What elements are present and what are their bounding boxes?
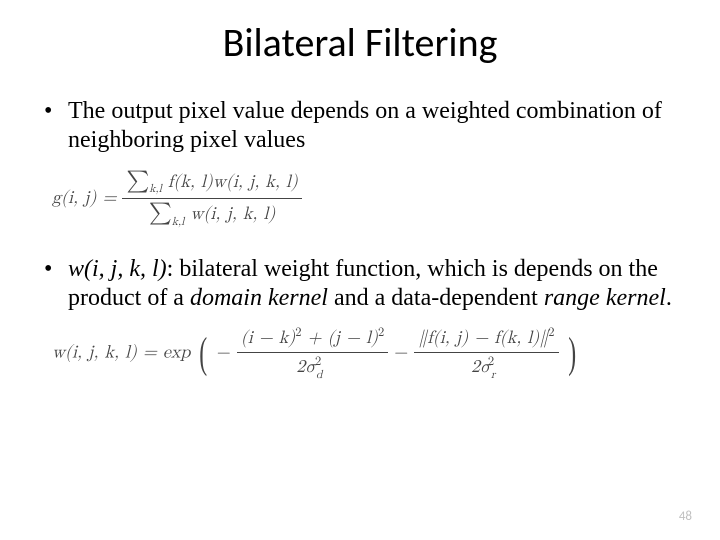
f1-num-sub: k,l	[149, 184, 162, 195]
f2-mid: −	[394, 344, 414, 362]
f2-b-den: 2σr2	[414, 353, 558, 382]
formula-output: g(i, j) = ∑k,l f(k, l)w(i, j, k, l) ∑k,l…	[12, 169, 680, 229]
bullet-2-em1: domain kernel	[190, 285, 328, 311]
f2-b-den-sub: r	[491, 370, 496, 381]
f2-b-num: ∥f(i, j) − f(k, l)∥2	[414, 326, 558, 353]
f2-a-den: 2σd 2	[237, 353, 389, 382]
slide: Bilateral Filtering The output pixel val…	[0, 0, 720, 540]
slide-body: The output pixel value depends on a weig…	[0, 97, 720, 382]
f1-den-sub: k,l	[172, 217, 185, 228]
bullet-1-text: The output pixel value depends on a weig…	[68, 98, 662, 153]
bullet-2-em2: range kernel	[544, 285, 666, 311]
f2-a-den-sup: 2	[315, 356, 321, 368]
f2-frac-b: ∥f(i, j) − f(k, l)∥2 2σr2	[414, 326, 558, 381]
bullet-list: The output pixel value depends on a weig…	[40, 97, 680, 382]
f1-fraction: ∑k,l f(k, l)w(i, j, k, l) ∑k,l w(i, j, k…	[122, 169, 301, 229]
bullet-2-prefix: w(i, j, k, l)	[68, 256, 167, 282]
f1-num-rest: f(k, l)w(i, j, k, l)	[162, 173, 298, 191]
f2-a-num-1: (i − k)	[241, 329, 295, 347]
f2-b-num-pre: ∥f(i, j) − f(k, l)∥	[418, 329, 548, 347]
f2-a-den-pre: 2σ	[296, 358, 316, 376]
page-number: 48	[679, 509, 692, 524]
f2-minus1: −	[217, 344, 231, 362]
bullet-2-suffix: .	[666, 285, 672, 311]
f2-lhs: w(i, j, k, l) = exp	[52, 344, 196, 362]
f2-a-num: (i − k)2 + (j − l)2	[237, 326, 389, 353]
f2-frac-a: (i − k)2 + (j − l)2 2σd2	[237, 326, 389, 381]
bullet-2-mid: and a data-dependent	[328, 285, 544, 311]
f2-a-plus: + (j − l)	[302, 329, 378, 347]
slide-title: Bilateral Filtering	[0, 0, 720, 97]
f1-num-sum: ∑	[126, 171, 149, 192]
f1-denominator: ∑k,l w(i, j, k, l)	[122, 199, 301, 229]
f2-b-num-sup: 2	[548, 327, 554, 339]
bullet-2: w(i, j, k, l): bilateral weight function…	[40, 255, 680, 313]
f1-lhs: g(i, j) =	[52, 189, 122, 207]
f2-a-den-sub: d	[316, 370, 323, 381]
f2-a-sup2: 2	[378, 327, 384, 339]
f1-den-rest: w(i, j, k, l)	[184, 205, 275, 223]
f1-numerator: ∑k,l f(k, l)w(i, j, k, l)	[122, 169, 301, 200]
bullet-1: The output pixel value depends on a weig…	[40, 97, 680, 155]
f2-b-den-sup: 2	[488, 356, 494, 368]
formula-weight: w(i, j, k, l) = exp ( − (i − k)2 + (j − …	[12, 326, 680, 381]
f1-den-sum: ∑	[149, 203, 172, 224]
